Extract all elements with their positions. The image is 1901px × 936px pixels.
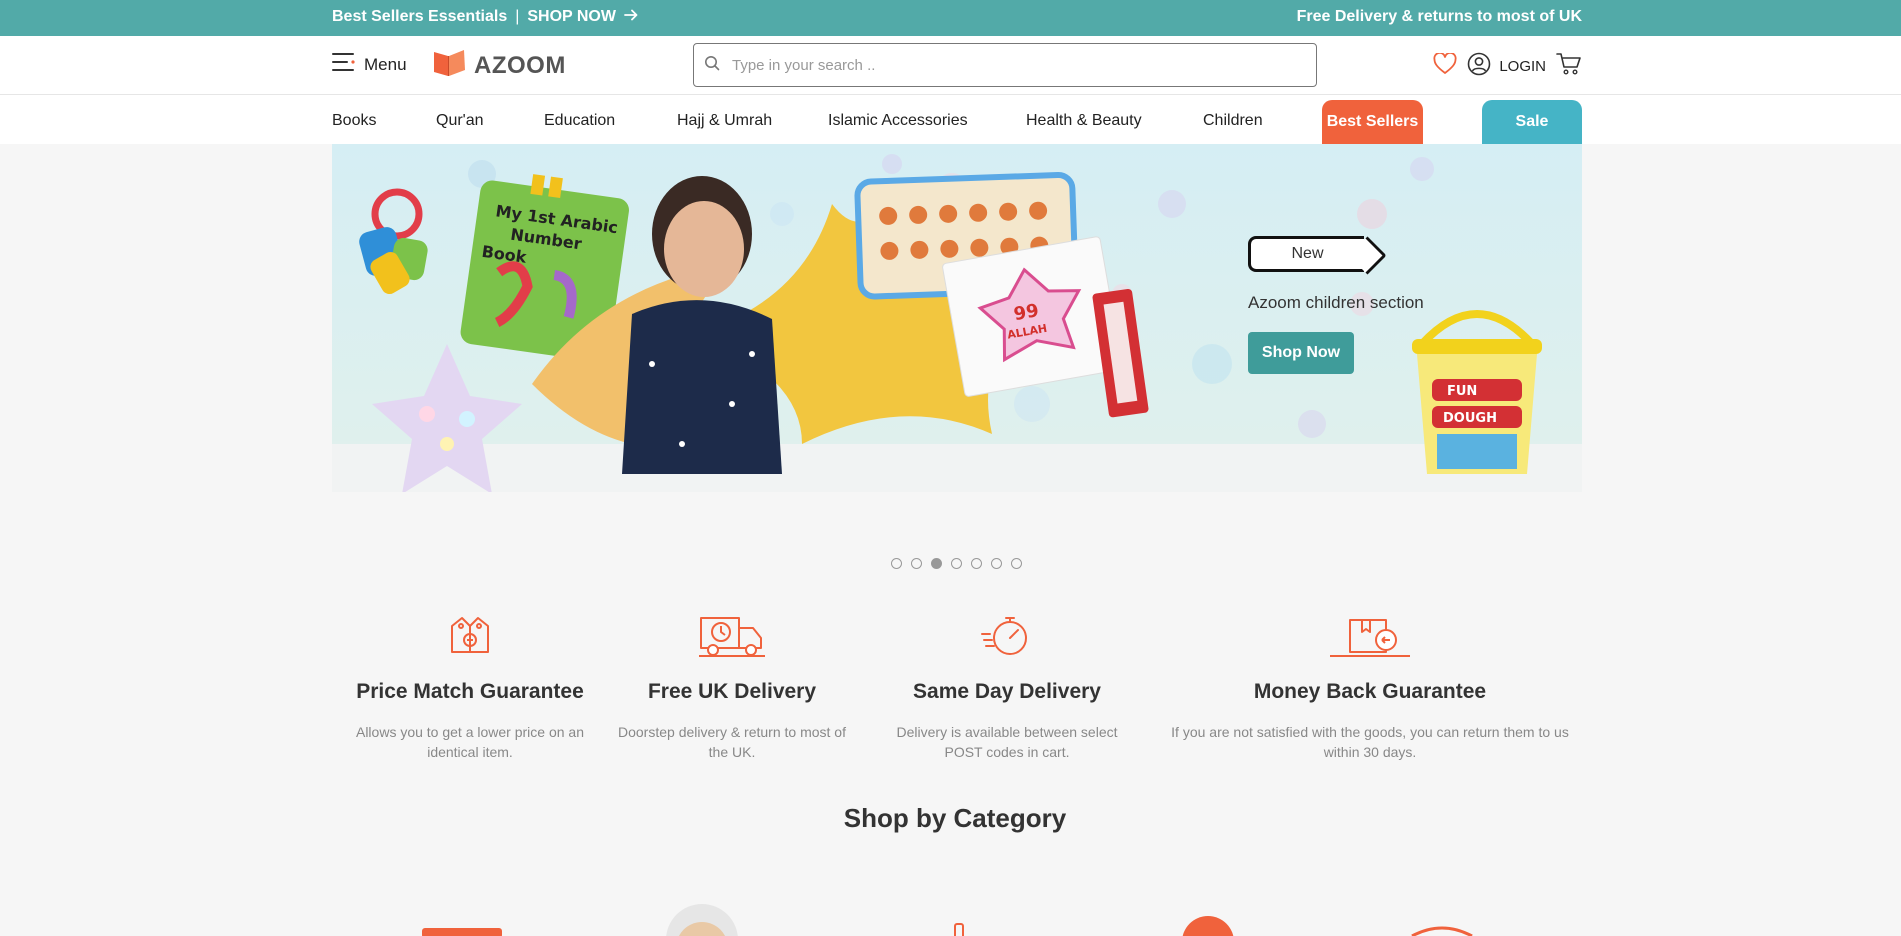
slider-dot[interactable] [951, 558, 962, 569]
feature-title: Free UK Delivery [647, 680, 817, 703]
shop-by-category-heading: Shop by Category [843, 803, 1067, 833]
feature-title: Money Back Guarantee [1253, 680, 1487, 703]
cart-icon[interactable] [1556, 52, 1582, 80]
nav-item-education[interactable]: Education [544, 112, 615, 130]
login-label: LOGIN [1499, 57, 1546, 75]
category-thumbnails [422, 904, 1473, 936]
nav-item-hajj-umrah[interactable]: Hajj & Umrah [677, 112, 772, 130]
nav-item-quran[interactable]: Qur'an [436, 112, 484, 130]
category-nav: Books Qur'an Education Hajj & Umrah Isla… [0, 95, 1901, 144]
svg-text:99: 99 [1012, 300, 1040, 325]
logo-wordmark: AZOOM [474, 51, 566, 79]
delivery-truck-icon [614, 612, 850, 662]
feature-free-uk-delivery: Free UK Delivery Doorstep delivery & ret… [614, 612, 850, 762]
nav-item-islamic-accessories[interactable]: Islamic Accessories [828, 112, 968, 130]
return-box-icon [1168, 612, 1572, 662]
feature-description: Doorstep delivery & return to most of th… [618, 724, 846, 760]
svg-text:DOUGH: DOUGH [1443, 411, 1497, 426]
menu-label: Menu [364, 54, 407, 74]
shop-now-link[interactable]: SHOP NOW [527, 8, 638, 26]
hero-subtitle: Azoom children section [1248, 293, 1424, 312]
hero-shop-now-button[interactable]: Shop Now [1248, 332, 1354, 374]
nav-item-children[interactable]: Children [1203, 112, 1263, 130]
user-icon [1467, 52, 1491, 80]
search-box[interactable] [693, 43, 1317, 87]
hero-banner[interactable]: My 1st Arabic Number Book 99 ALLAH FUN D… [332, 144, 1582, 492]
slider-dot-active[interactable] [931, 558, 942, 569]
slider-pagination [891, 558, 1022, 569]
site-logo[interactable]: AZOOM [432, 48, 566, 83]
search-input[interactable] [732, 56, 1292, 74]
announcement-left: Best Sellers Essentials | SHOP NOW [332, 8, 638, 26]
new-badge: New [1248, 236, 1364, 272]
free-delivery-text: Free Delivery & returns to most of UK [1296, 8, 1582, 25]
slider-dot[interactable] [891, 558, 902, 569]
hamburger-icon [332, 52, 356, 77]
slider-dot[interactable] [911, 558, 922, 569]
book-logo-icon [432, 48, 468, 83]
shop-now-label: SHOP NOW [527, 8, 616, 25]
slider-dot[interactable] [971, 558, 982, 569]
feature-title: Same Day Delivery [913, 680, 1101, 703]
slider-dot[interactable] [991, 558, 1002, 569]
feature-same-day-delivery: Same Day Delivery Delivery is available … [876, 612, 1138, 762]
search-icon [704, 55, 720, 76]
announcement-text: Best Sellers Essentials [332, 8, 508, 25]
arrow-right-icon [624, 8, 638, 26]
feature-description: Allows you to get a lower price on an id… [355, 724, 584, 760]
wishlist-heart-icon[interactable] [1433, 51, 1457, 79]
nav-item-health-beauty[interactable]: Health & Beauty [1026, 112, 1142, 130]
site-header: Menu AZOOM LOGIN [0, 36, 1901, 95]
announcement-divider: | [515, 8, 520, 25]
slider-dot[interactable] [1011, 558, 1022, 569]
login-button[interactable]: LOGIN [1467, 52, 1546, 80]
stopwatch-icon [876, 612, 1138, 662]
nav-sale-button[interactable]: Sale [1482, 100, 1582, 144]
header-actions: LOGIN [1433, 51, 1582, 80]
new-badge-label: New [1291, 245, 1324, 262]
feature-money-back: Money Back Guarantee If you are not sati… [1168, 612, 1572, 762]
feature-description: If you are not satisfied with the goods,… [1171, 724, 1569, 760]
feature-price-match: Price Match Guarantee Allows you to get … [352, 612, 588, 762]
feature-title: Price Match Guarantee [356, 680, 584, 703]
svg-text:FUN: FUN [1447, 384, 1477, 399]
nav-item-books[interactable]: Books [332, 112, 376, 130]
nav-best-sellers-button[interactable]: Best Sellers [1322, 100, 1423, 144]
announcement-bar: Best Sellers Essentials | SHOP NOW Free … [0, 0, 1901, 36]
menu-button[interactable]: Menu [332, 52, 407, 77]
price-tags-icon [352, 612, 588, 662]
hero-illustration: My 1st Arabic Number Book 99 ALLAH FUN D… [332, 154, 1582, 492]
feature-description: Delivery is available between select POS… [896, 724, 1118, 760]
